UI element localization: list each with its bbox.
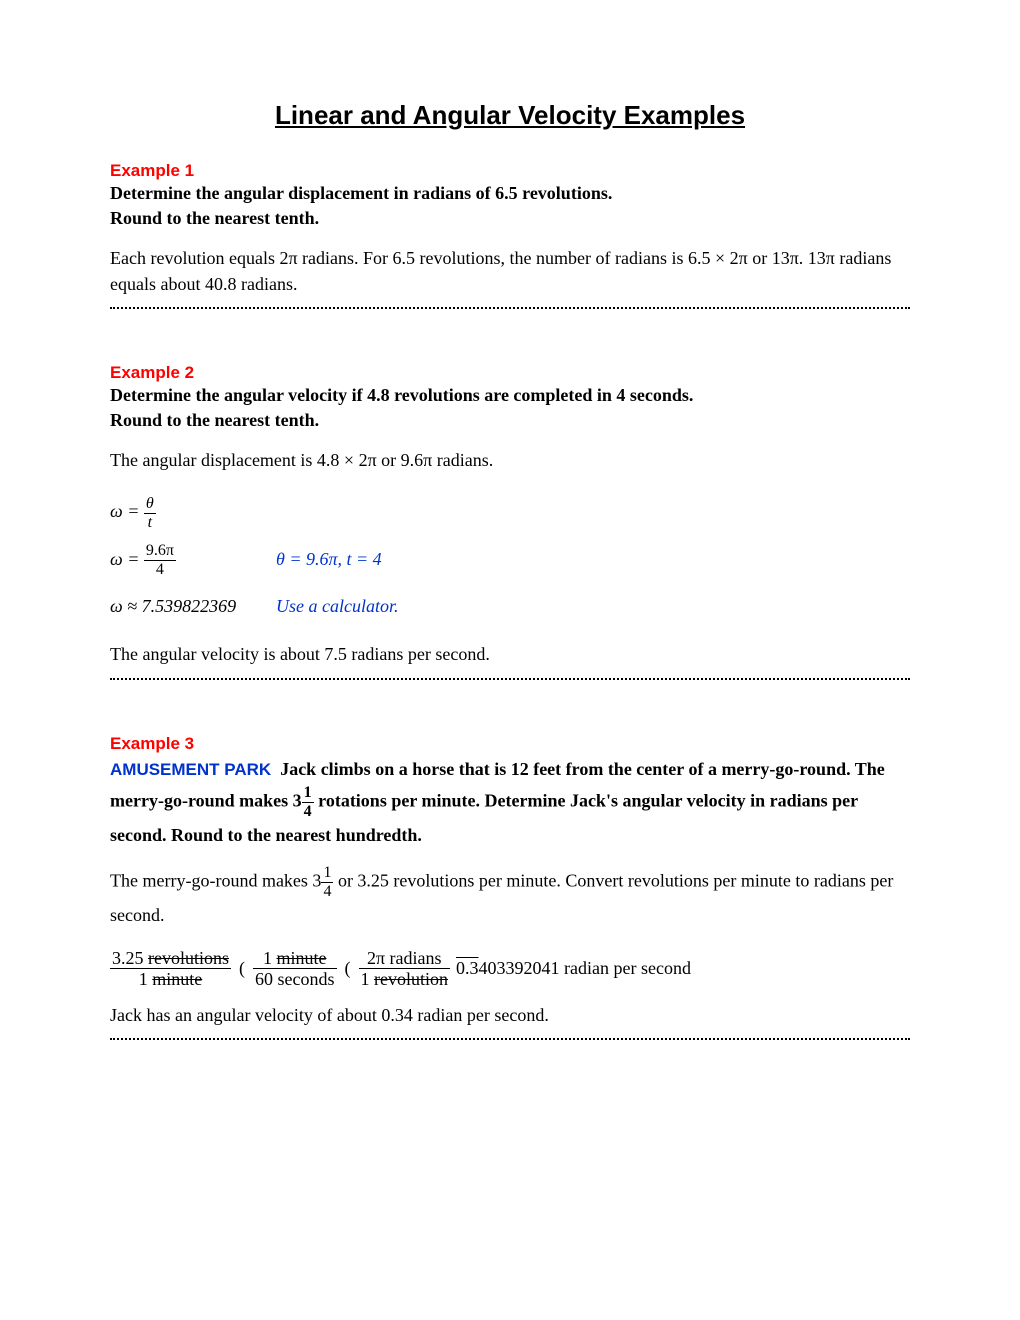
numerator: 1 minute: [253, 949, 337, 969]
numerator: 1: [321, 865, 333, 883]
document-page: Linear and Angular Velocity Examples Exa…: [0, 0, 1020, 1320]
body-text: The merry-go-round makes 3: [110, 871, 321, 891]
context-label: AMUSEMENT PARK: [110, 760, 271, 779]
numerator: θ: [144, 496, 156, 514]
divider: [110, 1038, 910, 1040]
numerator: 1: [302, 785, 314, 803]
equation-lhs: ω = θ t: [110, 491, 270, 532]
denominator: 4: [321, 883, 333, 900]
prompt-line: Round to the nearest tenth.: [110, 208, 319, 228]
multiply-separator: (: [237, 958, 247, 979]
result-text: 0.3403392041 radian per second: [456, 958, 691, 979]
fraction: 9.6π 4: [144, 543, 176, 578]
unit-conversion-row: 3.25 revolutions 1 minute ( 1 minute 60 …: [110, 949, 910, 988]
denominator: 4: [144, 561, 176, 578]
denominator: t: [144, 514, 156, 531]
example-2-equations: ω = θ t ω = 9.6π 4 θ = 9.6π, t = 4 ω ≈ 7…: [110, 491, 910, 627]
page-title: Linear and Angular Velocity Examples: [110, 100, 910, 131]
equation-row: ω = θ t: [110, 491, 910, 532]
example-1-heading: Example 1: [110, 161, 910, 181]
equation-note: θ = 9.6π, t = 4: [276, 539, 382, 580]
mixed-fraction: 14: [321, 865, 333, 900]
omega-symbol: ω =: [110, 501, 139, 521]
equation-row: ω = 9.6π 4 θ = 9.6π, t = 4: [110, 539, 910, 580]
unit-fraction: 3.25 revolutions 1 minute: [110, 949, 231, 988]
example-3-prompt: AMUSEMENT PARK Jack climbs on a horse th…: [110, 754, 910, 850]
numerator: 9.6π: [144, 543, 176, 561]
denominator: 60 seconds: [253, 969, 337, 988]
equation-lhs: ω ≈ 7.539822369: [110, 586, 270, 627]
example-1-prompt: Determine the angular displacement in ra…: [110, 181, 910, 231]
unit-fraction: 2π radians 1 revolution: [359, 949, 451, 988]
example-2-intro: The angular displacement is 4.8 × 2π or …: [110, 448, 910, 473]
numerator: 2π radians: [359, 949, 451, 969]
equation-lhs: ω = 9.6π 4: [110, 539, 270, 580]
unit-fraction: 1 minute 60 seconds: [253, 949, 337, 988]
denominator: 1 revolution: [359, 969, 451, 988]
equation-note: Use a calculator.: [276, 586, 398, 627]
example-3-conclusion: Jack has an angular velocity of about 0.…: [110, 1003, 910, 1028]
denominator: 1 minute: [110, 969, 231, 988]
prompt-line: Determine the angular displacement in ra…: [110, 183, 612, 203]
example-1-body: Each revolution equals 2π radians. For 6…: [110, 246, 910, 296]
equation-row: ω ≈ 7.539822369 Use a calculator.: [110, 586, 910, 627]
example-2-heading: Example 2: [110, 363, 910, 383]
numerator: 3.25 revolutions: [110, 949, 231, 969]
fraction: θ t: [144, 496, 156, 531]
example-3-body: The merry-go-round makes 314 or 3.25 rev…: [110, 865, 910, 931]
prompt-line: Determine the angular velocity if 4.8 re…: [110, 385, 693, 405]
prompt-line: Round to the nearest tenth.: [110, 410, 319, 430]
example-2-conclusion: The angular velocity is about 7.5 radian…: [110, 642, 910, 667]
multiply-separator: (: [343, 958, 353, 979]
example-3-heading: Example 3: [110, 734, 910, 754]
mixed-fraction: 14: [302, 785, 314, 820]
omega-symbol: ω =: [110, 549, 139, 569]
denominator: 4: [302, 803, 314, 820]
example-2-prompt: Determine the angular velocity if 4.8 re…: [110, 383, 910, 433]
